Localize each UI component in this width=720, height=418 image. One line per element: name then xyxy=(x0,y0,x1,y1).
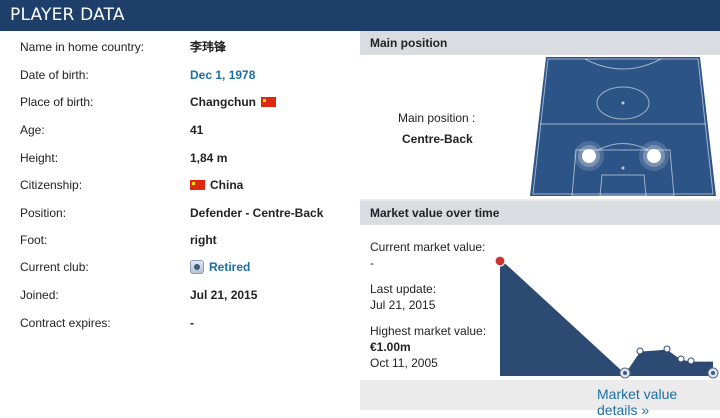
current-club-link[interactable]: Retired xyxy=(209,253,250,281)
info-row-name: Name in home country: 李玮锋 xyxy=(0,33,360,61)
info-row-position: Position: Defender - Centre-Back xyxy=(0,199,360,227)
info-label: Place of birth: xyxy=(20,95,94,109)
info-label: Citizenship: xyxy=(20,178,83,192)
info-label: Contract expires: xyxy=(20,316,111,330)
market-value-details-link[interactable]: Market value details » xyxy=(597,386,720,418)
value-point xyxy=(636,347,644,355)
position-marker-right xyxy=(639,141,669,171)
value-point xyxy=(687,357,695,365)
retired-club-icon[interactable] xyxy=(190,260,204,274)
last-update-label: Last update: xyxy=(370,282,437,296)
highest-value-label: Highest market value: xyxy=(370,324,487,338)
info-label: Age: xyxy=(20,123,45,137)
info-value: Changchun xyxy=(190,88,276,116)
info-row-citizenship: Citizenship: China xyxy=(0,171,360,199)
market-value-header: Market value over time xyxy=(360,201,720,225)
highest-value-date: Oct 11, 2005 xyxy=(370,356,438,370)
market-value-panel: Current market value: - Last update: Jul… xyxy=(360,225,720,380)
info-label: Date of birth: xyxy=(20,68,89,82)
info-row-height: Height: 1,84 m xyxy=(0,144,360,172)
last-update-date: Jul 21, 2015 xyxy=(370,298,436,312)
info-row-joined: Joined: Jul 21, 2015 xyxy=(0,281,360,309)
info-row-club: Current club: Retired xyxy=(0,253,360,281)
citizenship-text: China xyxy=(210,178,244,192)
value-point xyxy=(663,345,671,353)
info-value: Jul 21, 2015 xyxy=(190,288,258,302)
main-position-value: Centre-Back xyxy=(402,132,473,146)
main-position-panel: Main position : Centre-Back xyxy=(360,55,720,199)
main-position-header: Main position xyxy=(360,31,720,55)
info-label: Current club: xyxy=(20,260,89,274)
highest-value: €1.00m xyxy=(370,340,411,354)
player-info-table: Name in home country: 李玮锋 Date of birth:… xyxy=(0,31,360,410)
info-row-age: Age: 41 xyxy=(0,116,360,144)
section-title: PLAYER DATA xyxy=(10,5,125,25)
info-row-birthplace: Place of birth: Changchun xyxy=(0,88,360,116)
info-row-contract: Contract expires: - xyxy=(0,309,360,337)
info-value: 41 xyxy=(190,123,204,137)
football-pitch-diagram xyxy=(530,57,716,197)
dob-link[interactable]: Dec 1, 1978 xyxy=(190,61,255,89)
penalty-spot xyxy=(621,166,625,170)
info-value: right xyxy=(190,233,217,247)
info-value: China xyxy=(190,171,243,199)
info-row-dob: Date of birth: Dec 1, 1978 xyxy=(0,61,360,89)
main-position-label: Main position : xyxy=(398,111,476,125)
china-flag-icon xyxy=(190,180,205,190)
right-column: Main position Main position : Centre-Bac… xyxy=(360,31,720,418)
market-value-chart[interactable] xyxy=(495,255,720,380)
info-label: Name in home country: xyxy=(20,40,145,54)
current-value: - xyxy=(370,256,374,270)
club-marker-start xyxy=(495,255,506,267)
club-marker-mid xyxy=(619,367,631,379)
value-point xyxy=(677,355,685,363)
info-value: Defender - Centre-Back xyxy=(190,206,324,220)
player-data-header: PLAYER DATA xyxy=(0,0,720,31)
info-label: Position: xyxy=(20,206,67,220)
info-label: Joined: xyxy=(20,288,59,302)
centre-spot xyxy=(621,101,625,105)
main-position-heading: Main position xyxy=(370,36,448,50)
info-row-foot: Foot: right xyxy=(0,226,360,254)
info-value: 李玮锋 xyxy=(190,40,227,54)
info-value: Retired xyxy=(190,253,250,281)
china-flag-icon xyxy=(261,97,276,107)
current-value-label: Current market value: xyxy=(370,240,486,254)
info-label: Foot: xyxy=(20,233,48,247)
market-value-heading: Market value over time xyxy=(370,206,500,220)
info-label: Height: xyxy=(20,151,59,165)
birthplace-text: Changchun xyxy=(190,95,256,109)
info-value: 1,84 m xyxy=(190,151,228,165)
position-marker-left xyxy=(574,141,604,171)
club-marker-end xyxy=(707,367,719,379)
info-value: - xyxy=(190,316,194,330)
